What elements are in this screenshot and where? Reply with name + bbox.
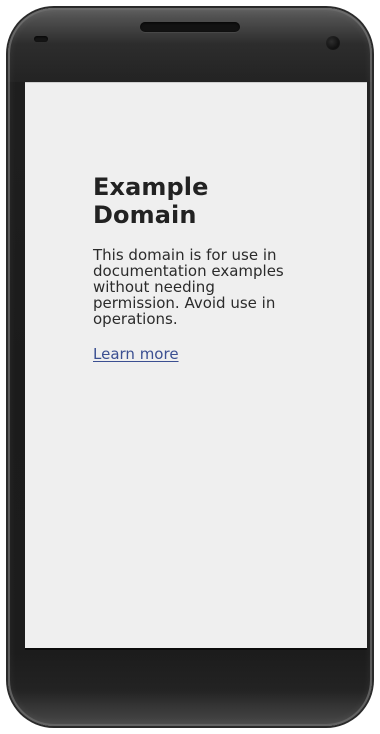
phone-top-highlight — [8, 8, 372, 82]
learn-more-link[interactable]: Learn more — [93, 345, 179, 363]
page-description: This domain is for use in documentation … — [93, 246, 284, 328]
earpiece-speaker — [140, 22, 240, 32]
page-title: Example Domain — [93, 173, 209, 229]
front-camera-icon — [326, 36, 340, 50]
phone-bottom-bezel — [8, 652, 372, 726]
phone-frame: Example Domain This domain is for use in… — [8, 8, 372, 726]
front-sensor — [34, 36, 48, 42]
phone-screen: Example Domain This domain is for use in… — [25, 82, 367, 650]
page-content: Example Domain This domain is for use in… — [93, 173, 305, 363]
